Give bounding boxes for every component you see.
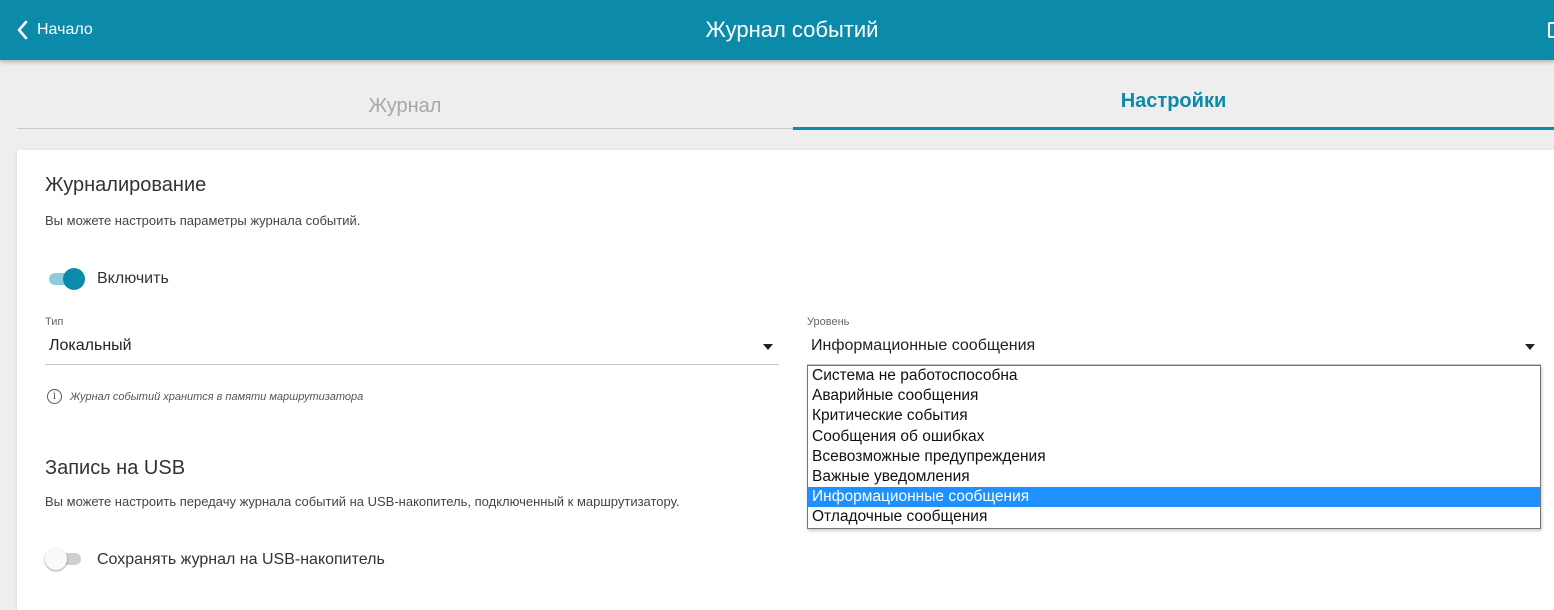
- level-label: Уровень: [807, 316, 850, 328]
- toggle-knob: [45, 548, 67, 570]
- top-bar: Начало Журнал событий: [0, 0, 1554, 60]
- usb-save-label: Сохранять журнал на USB-накопитель: [97, 551, 385, 568]
- enable-logging-toggle[interactable]: [47, 267, 85, 291]
- storage-hint: i Журнал событий хранится в памяти маршр…: [47, 389, 363, 404]
- tab-settings[interactable]: Настройки: [793, 78, 1554, 130]
- level-select[interactable]: Информационные сообщения: [807, 329, 1541, 365]
- logging-section-title: Журналирование: [45, 174, 207, 196]
- level-option[interactable]: Аварийные сообщения: [808, 386, 1540, 406]
- level-option[interactable]: Отладочные сообщения: [808, 507, 1540, 527]
- tab-bar: Журнал Настройки: [17, 78, 1554, 130]
- usb-save-toggle[interactable]: [45, 547, 83, 571]
- usb-description: Вы можете настроить передачу журнала соб…: [45, 494, 680, 509]
- level-option[interactable]: Важные уведомления: [808, 467, 1540, 487]
- page-title: Журнал событий: [705, 17, 879, 42]
- menu-icon[interactable]: [1548, 22, 1554, 38]
- level-dropdown-list: Система не работоспособна Аварийные сооб…: [807, 365, 1541, 529]
- level-option[interactable]: Критические события: [808, 406, 1540, 426]
- storage-hint-text: Журнал событий хранится в памяти маршрут…: [70, 390, 364, 403]
- tab-log[interactable]: Журнал: [17, 78, 793, 129]
- usb-section-title: Запись на USB: [45, 457, 186, 479]
- toggle-knob: [63, 268, 85, 290]
- caret-down-icon: [763, 344, 773, 350]
- level-option-selected[interactable]: Информационные сообщения: [808, 487, 1540, 508]
- level-option[interactable]: Всевозможные предупреждения: [808, 447, 1540, 467]
- level-select-value: Информационные сообщения: [811, 337, 1036, 354]
- logging-description: Вы можете настроить параметры журнала со…: [45, 213, 361, 228]
- type-label: Тип: [45, 316, 64, 328]
- info-icon: i: [47, 389, 62, 404]
- enable-logging-label: Включить: [97, 270, 169, 287]
- level-option[interactable]: Сообщения об ошибках: [808, 427, 1540, 447]
- level-option[interactable]: Система не работоспособна: [808, 366, 1540, 386]
- type-select[interactable]: Локальный: [45, 329, 779, 365]
- type-select-value: Локальный: [49, 337, 132, 354]
- caret-down-icon: [1525, 344, 1535, 350]
